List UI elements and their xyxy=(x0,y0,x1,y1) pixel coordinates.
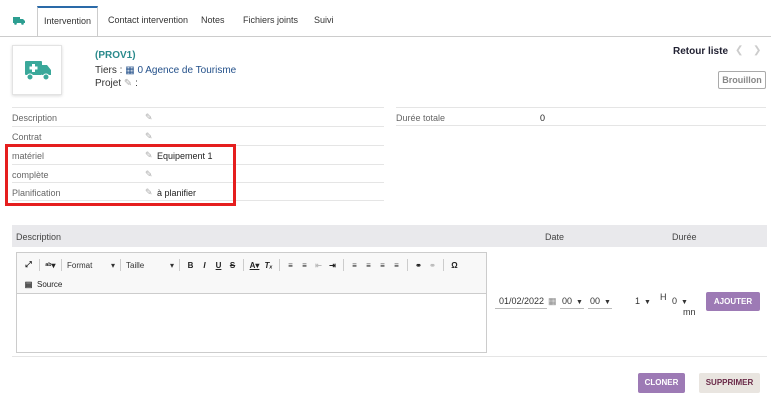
size-label: Taille xyxy=(126,260,145,270)
chevron-down-icon: ▾ xyxy=(110,260,115,270)
field-label: Durée totale xyxy=(396,113,446,123)
clone-button[interactable]: CLONER xyxy=(638,373,685,393)
tab-suivi[interactable]: Suivi xyxy=(314,15,334,25)
underline-icon[interactable]: U xyxy=(213,261,224,270)
tiers-link[interactable]: 0 Agence de Tourisme xyxy=(137,65,236,76)
clear-format-icon[interactable]: Tₓ xyxy=(263,261,274,270)
minute-value: 00 xyxy=(590,296,601,306)
pencil-icon[interactable]: ✎ xyxy=(124,78,132,89)
chevron-down-icon: ▼ xyxy=(604,299,611,306)
chevron-right-icon[interactable]: ❯ xyxy=(753,45,761,56)
divider xyxy=(12,356,767,357)
field-contrat: Contrat ✎ xyxy=(12,126,384,145)
format-combo[interactable]: Format ▾ xyxy=(67,261,115,270)
chevron-down-icon: ▾ xyxy=(169,260,174,270)
toolbar-separator xyxy=(179,259,180,271)
object-logo xyxy=(12,45,62,95)
toolbar-separator xyxy=(443,259,444,271)
toolbar-separator xyxy=(61,259,62,271)
format-label: Format xyxy=(67,260,93,270)
hour-select[interactable]: 00 ▼ xyxy=(560,292,584,309)
add-line-button[interactable]: AJOUTER xyxy=(706,292,760,311)
building-icon: ▦ xyxy=(125,65,135,76)
tab-intervention[interactable]: Intervention xyxy=(37,6,98,37)
maximize-icon[interactable]: ⤢ xyxy=(23,260,34,270)
intervention-ref: (PROV1) xyxy=(95,50,136,61)
chevron-down-icon: ▼ xyxy=(576,299,583,306)
outdent-icon[interactable]: ⇤ xyxy=(313,261,324,270)
field-description: Description ✎ xyxy=(12,107,384,126)
description-editor: ⤢ ᵃᵇ▾ Format ▾ Taille ▾ B I U S A▾ Tₓ ≡ … xyxy=(16,252,487,353)
date-input[interactable]: 01/02/2022 xyxy=(495,292,547,309)
minute-unit-label: mn xyxy=(683,307,696,317)
field-duree-totale: Durée totale 0 xyxy=(396,107,766,126)
col-description: Description xyxy=(16,232,62,242)
hour-value: 00 xyxy=(562,296,573,306)
toolbar-separator xyxy=(279,259,280,271)
bold-icon[interactable]: B xyxy=(185,261,196,270)
toolbar-separator xyxy=(39,259,40,271)
chevron-down-icon: ▼ xyxy=(644,299,651,306)
projet-label: Projet xyxy=(95,78,122,89)
highlight-box xyxy=(5,144,236,206)
editor-toolbar: ⤢ ᵃᵇ▾ Format ▾ Taille ▾ B I U S A▾ Tₓ ≡ … xyxy=(17,253,486,294)
tiers-line: Tiers : ▦ 0 Agence de Tourisme xyxy=(95,65,236,76)
calendar-icon[interactable]: ▦ xyxy=(548,296,557,307)
align-right-icon[interactable]: ≡ xyxy=(377,261,388,270)
tab-contact-intervention[interactable]: Contact intervention xyxy=(108,15,188,25)
toolbar-row-1: ⤢ ᵃᵇ▾ Format ▾ Taille ▾ B I U S A▾ Tₓ ≡ … xyxy=(23,258,460,272)
numbered-list-icon[interactable]: ≡ xyxy=(285,261,296,270)
source-button[interactable]: Source xyxy=(37,280,62,289)
ambulance-icon xyxy=(25,61,51,81)
lines-table-header: Description Date Durée xyxy=(12,225,767,247)
duration-minutes-value: 0 xyxy=(672,296,678,306)
retour-liste-link[interactable]: Retour liste xyxy=(673,46,728,57)
source-icon[interactable]: ▤ xyxy=(23,280,34,289)
size-combo[interactable]: Taille ▾ xyxy=(126,261,174,270)
delete-button[interactable]: SUPPRIMER xyxy=(699,373,760,393)
toolbar-separator xyxy=(343,259,344,271)
indent-icon[interactable]: ⇥ xyxy=(327,261,338,270)
col-duree: Durée xyxy=(672,232,697,242)
align-center-icon[interactable]: ≡ xyxy=(363,261,374,270)
strike-icon[interactable]: S xyxy=(227,261,238,270)
toolbar-separator xyxy=(243,259,244,271)
align-left-icon[interactable]: ≡ xyxy=(349,261,360,270)
tab-bar: Intervention Contact intervention Notes … xyxy=(0,0,771,37)
spellcheck-icon[interactable]: ᵃᵇ▾ xyxy=(45,261,56,270)
tab-divider xyxy=(0,36,771,37)
italic-icon[interactable]: I xyxy=(199,261,210,270)
unlink-icon[interactable]: ⚭ xyxy=(427,261,438,270)
align-justify-icon[interactable]: ≡ xyxy=(391,261,402,270)
projet-colon: : xyxy=(135,78,138,89)
tab-fichiers-joints[interactable]: Fichiers joints xyxy=(243,15,298,25)
special-char-icon[interactable]: Ω xyxy=(449,261,460,270)
status-badge: Brouillon xyxy=(718,71,766,89)
toolbar-row-2: ▤ Source xyxy=(23,277,63,291)
bullet-list-icon[interactable]: ≡ xyxy=(299,261,310,270)
field-value: 0 xyxy=(540,113,546,123)
field-label: Contrat xyxy=(12,132,42,142)
field-label: Description xyxy=(12,113,58,123)
col-date: Date xyxy=(545,232,565,242)
pencil-icon[interactable]: ✎ xyxy=(145,131,153,142)
pencil-icon[interactable]: ✎ xyxy=(145,112,153,123)
chevron-down-icon: ▼ xyxy=(681,299,688,306)
toolbar-separator xyxy=(120,259,121,271)
chevron-left-icon[interactable]: ❮ xyxy=(735,45,743,56)
duration-hours-select[interactable]: 1 ▼ xyxy=(633,292,657,309)
hour-unit-label: H xyxy=(660,292,667,302)
text-color-icon[interactable]: A▾ xyxy=(249,261,260,270)
minute-select[interactable]: 00 ▼ xyxy=(588,292,612,309)
tab-notes[interactable]: Notes xyxy=(201,15,225,25)
link-icon[interactable]: ⚭ xyxy=(413,261,424,270)
duration-hours-value: 1 xyxy=(635,296,641,306)
ambulance-icon[interactable] xyxy=(13,16,25,27)
toolbar-separator xyxy=(407,259,408,271)
projet-line: Projet ✎ : xyxy=(95,78,138,89)
tiers-label: Tiers : xyxy=(95,65,123,76)
